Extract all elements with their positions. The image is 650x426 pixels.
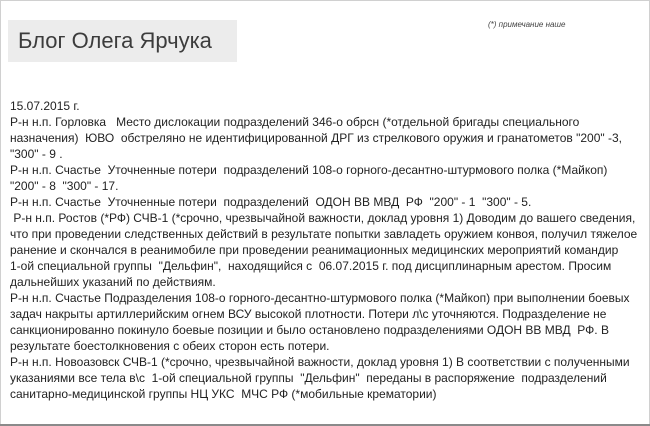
blog-page: Блог Олега Ярчука (*) примечание наше 15…: [0, 0, 650, 426]
content-frame: Блог Олега Ярчука (*) примечание наше 15…: [0, 0, 650, 426]
report-line: Р-н н.п. Ростов (*РФ) СЧВ-1 (*срочно, чр…: [10, 211, 636, 225]
report-line: "200" - 8 "300" - 17.: [10, 179, 119, 193]
report-line: Р-н н.п. Счастье Подразделения 108-о гор…: [10, 291, 630, 305]
report-line: назначения) ЮВО обстреляно не идентифици…: [10, 131, 622, 145]
report-line: Р-н н.п. Счастье Уточненные потери подра…: [10, 163, 608, 177]
blog-title[interactable]: Блог Олега Ярчука: [8, 20, 237, 62]
report-line: 1-ой специальной группы "Дельфин", наход…: [10, 259, 612, 273]
report-line: результате боестолкновения с обеих сторо…: [10, 339, 330, 353]
report-line: ранение и скончался в реанимобиле при пр…: [10, 243, 619, 257]
report-line: санкционированно покинуло боевые позиции…: [10, 323, 609, 337]
report-line: задач накрыты артиллерийским огнем ВСУ в…: [10, 307, 607, 321]
report-line: санитарно-медицинской группы НЦ УКС МЧС …: [10, 387, 437, 401]
report-date: 15.07.2015 г.: [10, 99, 80, 113]
report-line: "300" - 9 .: [10, 147, 63, 161]
report-line: Р-н н.п. Горловка Место дислокации подра…: [10, 115, 580, 129]
report-text: 15.07.2015 г. Р-н н.п. Горловка Место ди…: [10, 98, 638, 402]
report-line: Р-н н.п. Счастье Уточненные потери подра…: [10, 195, 532, 209]
report-line: Р-н н.п. Новоазовск СЧВ-1 (*срочно, чрез…: [10, 355, 630, 369]
report-line: дальнейших указаний по действиям.: [10, 275, 216, 289]
report-line: что при проведении следственных действий…: [10, 227, 638, 241]
report-line: указаниями все тела в\с 1-ой специальной…: [10, 371, 607, 385]
editor-note: (*) примечание наше: [488, 20, 566, 29]
